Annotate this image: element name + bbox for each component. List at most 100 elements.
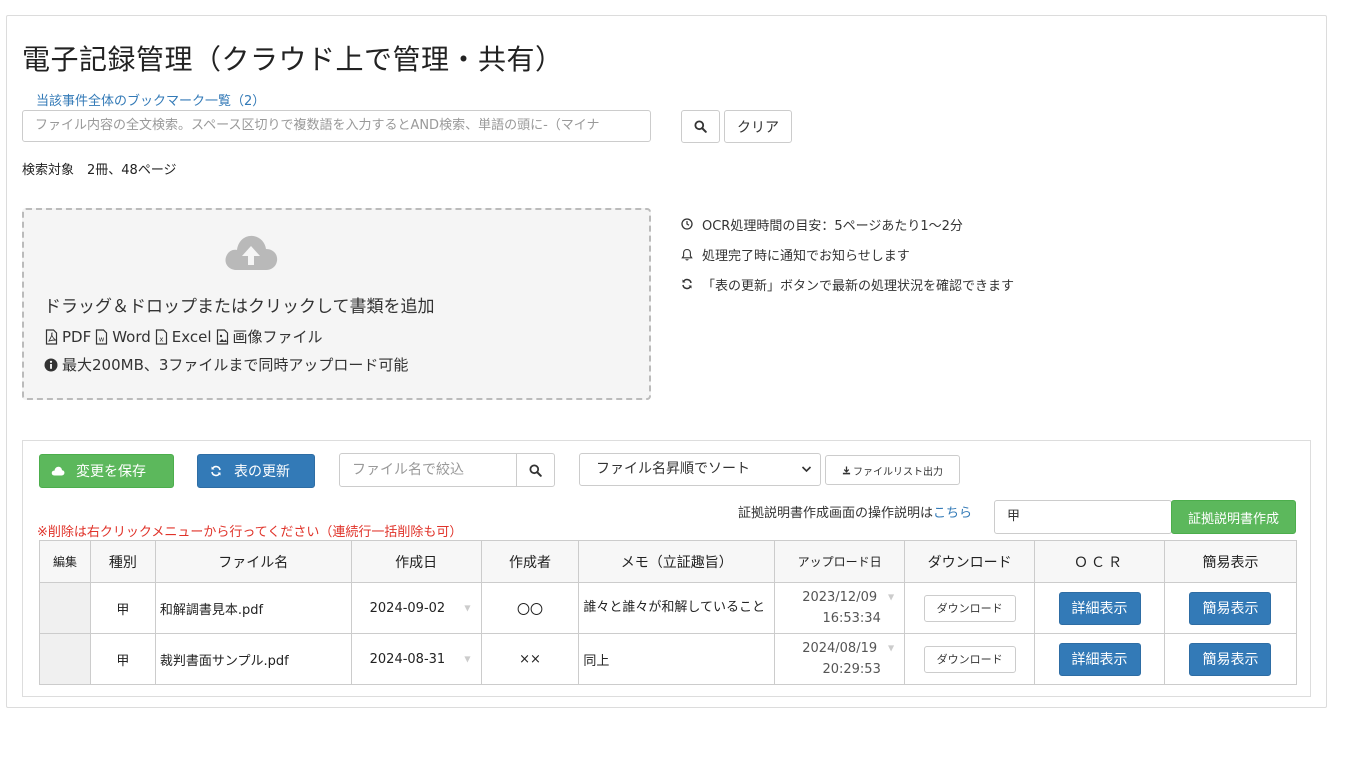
create-evidence-button[interactable]: 証拠説明書作成 bbox=[1171, 500, 1296, 534]
header-download[interactable]: ダウンロード bbox=[904, 540, 1036, 583]
clock-icon bbox=[681, 218, 693, 230]
download-icon bbox=[842, 465, 851, 474]
type-cell[interactable]: 甲 bbox=[89, 633, 156, 685]
author-cell[interactable]: ×× bbox=[480, 633, 580, 685]
pdf-file-icon bbox=[45, 328, 58, 345]
svg-text:x: x bbox=[159, 335, 163, 343]
search-target-info: 検索対象 2冊、48ページ bbox=[22, 163, 177, 178]
evidence-mark-input[interactable]: 甲 bbox=[994, 500, 1172, 534]
dropdown-triangle-icon: ▼ bbox=[464, 603, 471, 613]
download-button[interactable]: ダウンロード bbox=[923, 645, 1016, 673]
dropdown-triangle-icon: ▼ bbox=[464, 654, 471, 664]
info-text: 処理完了時に通知でお知らせします bbox=[702, 248, 910, 264]
cloud-upload-icon bbox=[225, 235, 278, 270]
upload-date-cell: 2023/12/09 16:53:34 ▼ bbox=[774, 582, 906, 634]
created-value: 2024-08-31 bbox=[369, 651, 446, 667]
refresh-table-label: 表の更新 bbox=[234, 464, 290, 480]
info-notify: 処理完了時に通知でお知らせします bbox=[680, 239, 1014, 269]
type-word: Word bbox=[112, 327, 151, 346]
header-simple[interactable]: 簡易表示 bbox=[1163, 540, 1298, 583]
upload-date: 2024/08/19 bbox=[802, 641, 878, 656]
delete-note: ※削除は右クリックメニューから行ってください（連続行一括削除も可） bbox=[37, 525, 463, 540]
upload-date-cell: 2024/08/19 20:29:53 ▼ bbox=[774, 633, 906, 685]
author-cell[interactable]: 〇〇 bbox=[480, 582, 580, 634]
created-value: 2024-09-02 bbox=[369, 600, 446, 616]
file-table-panel: 変更を保存 表の更新 ファイル名で絞込 ファイル名昇順でソート ファイルリスト出… bbox=[22, 440, 1311, 697]
search-button[interactable] bbox=[681, 110, 720, 143]
bookmark-list-link[interactable]: 当該事件全体のブックマーク一覧（2） bbox=[36, 90, 265, 109]
guide-link[interactable]: こちら bbox=[933, 506, 972, 521]
upload-time: 16:53:34 bbox=[822, 611, 881, 626]
table-row: 甲 和解調書見本.pdf 2024-09-02 ▼ 〇〇 誰々と誰々が和解してい… bbox=[39, 582, 1298, 634]
simple-view-button[interactable]: 簡易表示 bbox=[1189, 591, 1272, 625]
search-icon bbox=[529, 463, 542, 477]
edit-cell[interactable] bbox=[39, 633, 91, 685]
dropzone-title: ドラッグ＆ドロップまたはクリックして書類を追加 bbox=[44, 297, 435, 317]
refresh-icon bbox=[682, 278, 692, 290]
ocr-cell: 詳細表示 bbox=[1034, 582, 1165, 634]
image-file-icon bbox=[216, 328, 228, 345]
excel-file-icon: x bbox=[155, 328, 167, 345]
header-upload-date[interactable]: アップロード日 bbox=[774, 540, 906, 583]
svg-text:w: w bbox=[99, 335, 105, 343]
filename-filter-input[interactable]: ファイル名で絞込 bbox=[339, 453, 517, 487]
simple-view-button[interactable]: 簡易表示 bbox=[1189, 642, 1272, 676]
sort-select[interactable]: ファイル名昇順でソート bbox=[579, 453, 821, 486]
download-cell: ダウンロード bbox=[904, 582, 1036, 634]
page-title: 電子記録管理（クラウド上で管理・共有） bbox=[22, 43, 564, 76]
header-filename[interactable]: ファイル名 bbox=[154, 540, 352, 583]
search-icon bbox=[694, 120, 707, 133]
upload-dropzone[interactable]: ドラッグ＆ドロップまたはクリックして書類を追加 PDF w Word x Exc… bbox=[22, 208, 651, 400]
sort-selected-value: ファイル名昇順でソート bbox=[596, 461, 750, 477]
header-author[interactable]: 作成者 bbox=[480, 540, 580, 583]
table-header-row: 編集 種別 ファイル名 作成日 作成者 メモ（立証趣旨） アップロード日 ダウン… bbox=[39, 540, 1298, 583]
save-changes-button[interactable]: 変更を保存 bbox=[39, 454, 174, 488]
chevron-down-icon bbox=[801, 454, 812, 497]
type-excel: Excel bbox=[171, 327, 212, 346]
header-memo[interactable]: メモ（立証趣旨） bbox=[578, 540, 776, 583]
filename-cell[interactable]: 和解調書見本.pdf bbox=[154, 582, 352, 634]
simple-cell: 簡易表示 bbox=[1163, 633, 1298, 685]
cloud-icon bbox=[51, 466, 65, 476]
fulltext-search-input[interactable]: ファイル内容の全文検索。スペース区切りで複数語を入力するとAND検索、単語の頭に… bbox=[22, 110, 651, 142]
file-table: 編集 種別 ファイル名 作成日 作成者 メモ（立証趣旨） アップロード日 ダウン… bbox=[39, 540, 1298, 685]
simple-cell: 簡易表示 bbox=[1163, 582, 1298, 634]
filter-search-button[interactable] bbox=[516, 453, 555, 487]
upload-limit-text: 最大200MB、3ファイルまで同時アップロード可能 bbox=[62, 356, 409, 374]
ocr-detail-button[interactable]: 詳細表示 bbox=[1058, 642, 1141, 676]
bell-icon bbox=[681, 248, 693, 261]
header-type[interactable]: 種別 bbox=[89, 540, 156, 583]
created-cell[interactable]: 2024-08-31 ▼ bbox=[350, 633, 482, 685]
edit-cell[interactable] bbox=[39, 582, 91, 634]
upload-date: 2023/12/09 bbox=[802, 590, 878, 605]
ocr-detail-button[interactable]: 詳細表示 bbox=[1058, 591, 1141, 625]
table-row: 甲 裁判書面サンプル.pdf 2024-08-31 ▼ ×× 同上 2024/0… bbox=[39, 633, 1298, 685]
refresh-table-button[interactable]: 表の更新 bbox=[197, 454, 315, 488]
dropdown-triangle-icon: ▼ bbox=[887, 643, 895, 653]
info-text: 「表の更新」ボタンで最新の処理状況を確認できます bbox=[702, 278, 1015, 294]
word-file-icon: w bbox=[96, 328, 108, 345]
created-cell[interactable]: 2024-09-02 ▼ bbox=[350, 582, 482, 634]
upload-limit: 最大200MB、3ファイルまで同時アップロード可能 bbox=[44, 354, 408, 375]
header-edit[interactable]: 編集 bbox=[39, 540, 91, 583]
guide-text: 証拠説明書作成画面の操作説明はこちら bbox=[738, 502, 972, 521]
download-button[interactable]: ダウンロード bbox=[923, 594, 1016, 622]
info-text: OCR処理時間の目安：5ページあたり1〜2分 bbox=[702, 218, 963, 234]
type-image: 画像ファイル bbox=[232, 328, 323, 346]
clear-button[interactable]: クリア bbox=[724, 110, 792, 143]
refresh-icon bbox=[211, 465, 221, 477]
info-ocr-time: OCR処理時間の目安：5ページあたり1〜2分 bbox=[680, 209, 1014, 239]
processing-info: OCR処理時間の目安：5ページあたり1〜2分 処理完了時に通知でお知らせします … bbox=[680, 209, 1014, 299]
header-created[interactable]: 作成日 bbox=[350, 540, 482, 583]
header-ocr[interactable]: ＯＣＲ bbox=[1034, 540, 1165, 583]
export-file-list-button[interactable]: ファイルリスト出力 bbox=[825, 455, 960, 485]
info-circle-icon bbox=[44, 358, 58, 371]
guide-prefix: 証拠説明書作成画面の操作説明は bbox=[738, 506, 934, 521]
info-refresh: 「表の更新」ボタンで最新の処理状況を確認できます bbox=[680, 269, 1014, 299]
memo-cell[interactable]: 同上 bbox=[578, 633, 776, 685]
type-pdf: PDF bbox=[62, 327, 92, 346]
filename-cell[interactable]: 裁判書面サンプル.pdf bbox=[154, 633, 352, 685]
export-label: ファイルリスト出力 bbox=[853, 466, 943, 478]
memo-cell[interactable]: 誰々と誰々が和解していること bbox=[578, 582, 776, 634]
type-cell[interactable]: 甲 bbox=[89, 582, 156, 634]
